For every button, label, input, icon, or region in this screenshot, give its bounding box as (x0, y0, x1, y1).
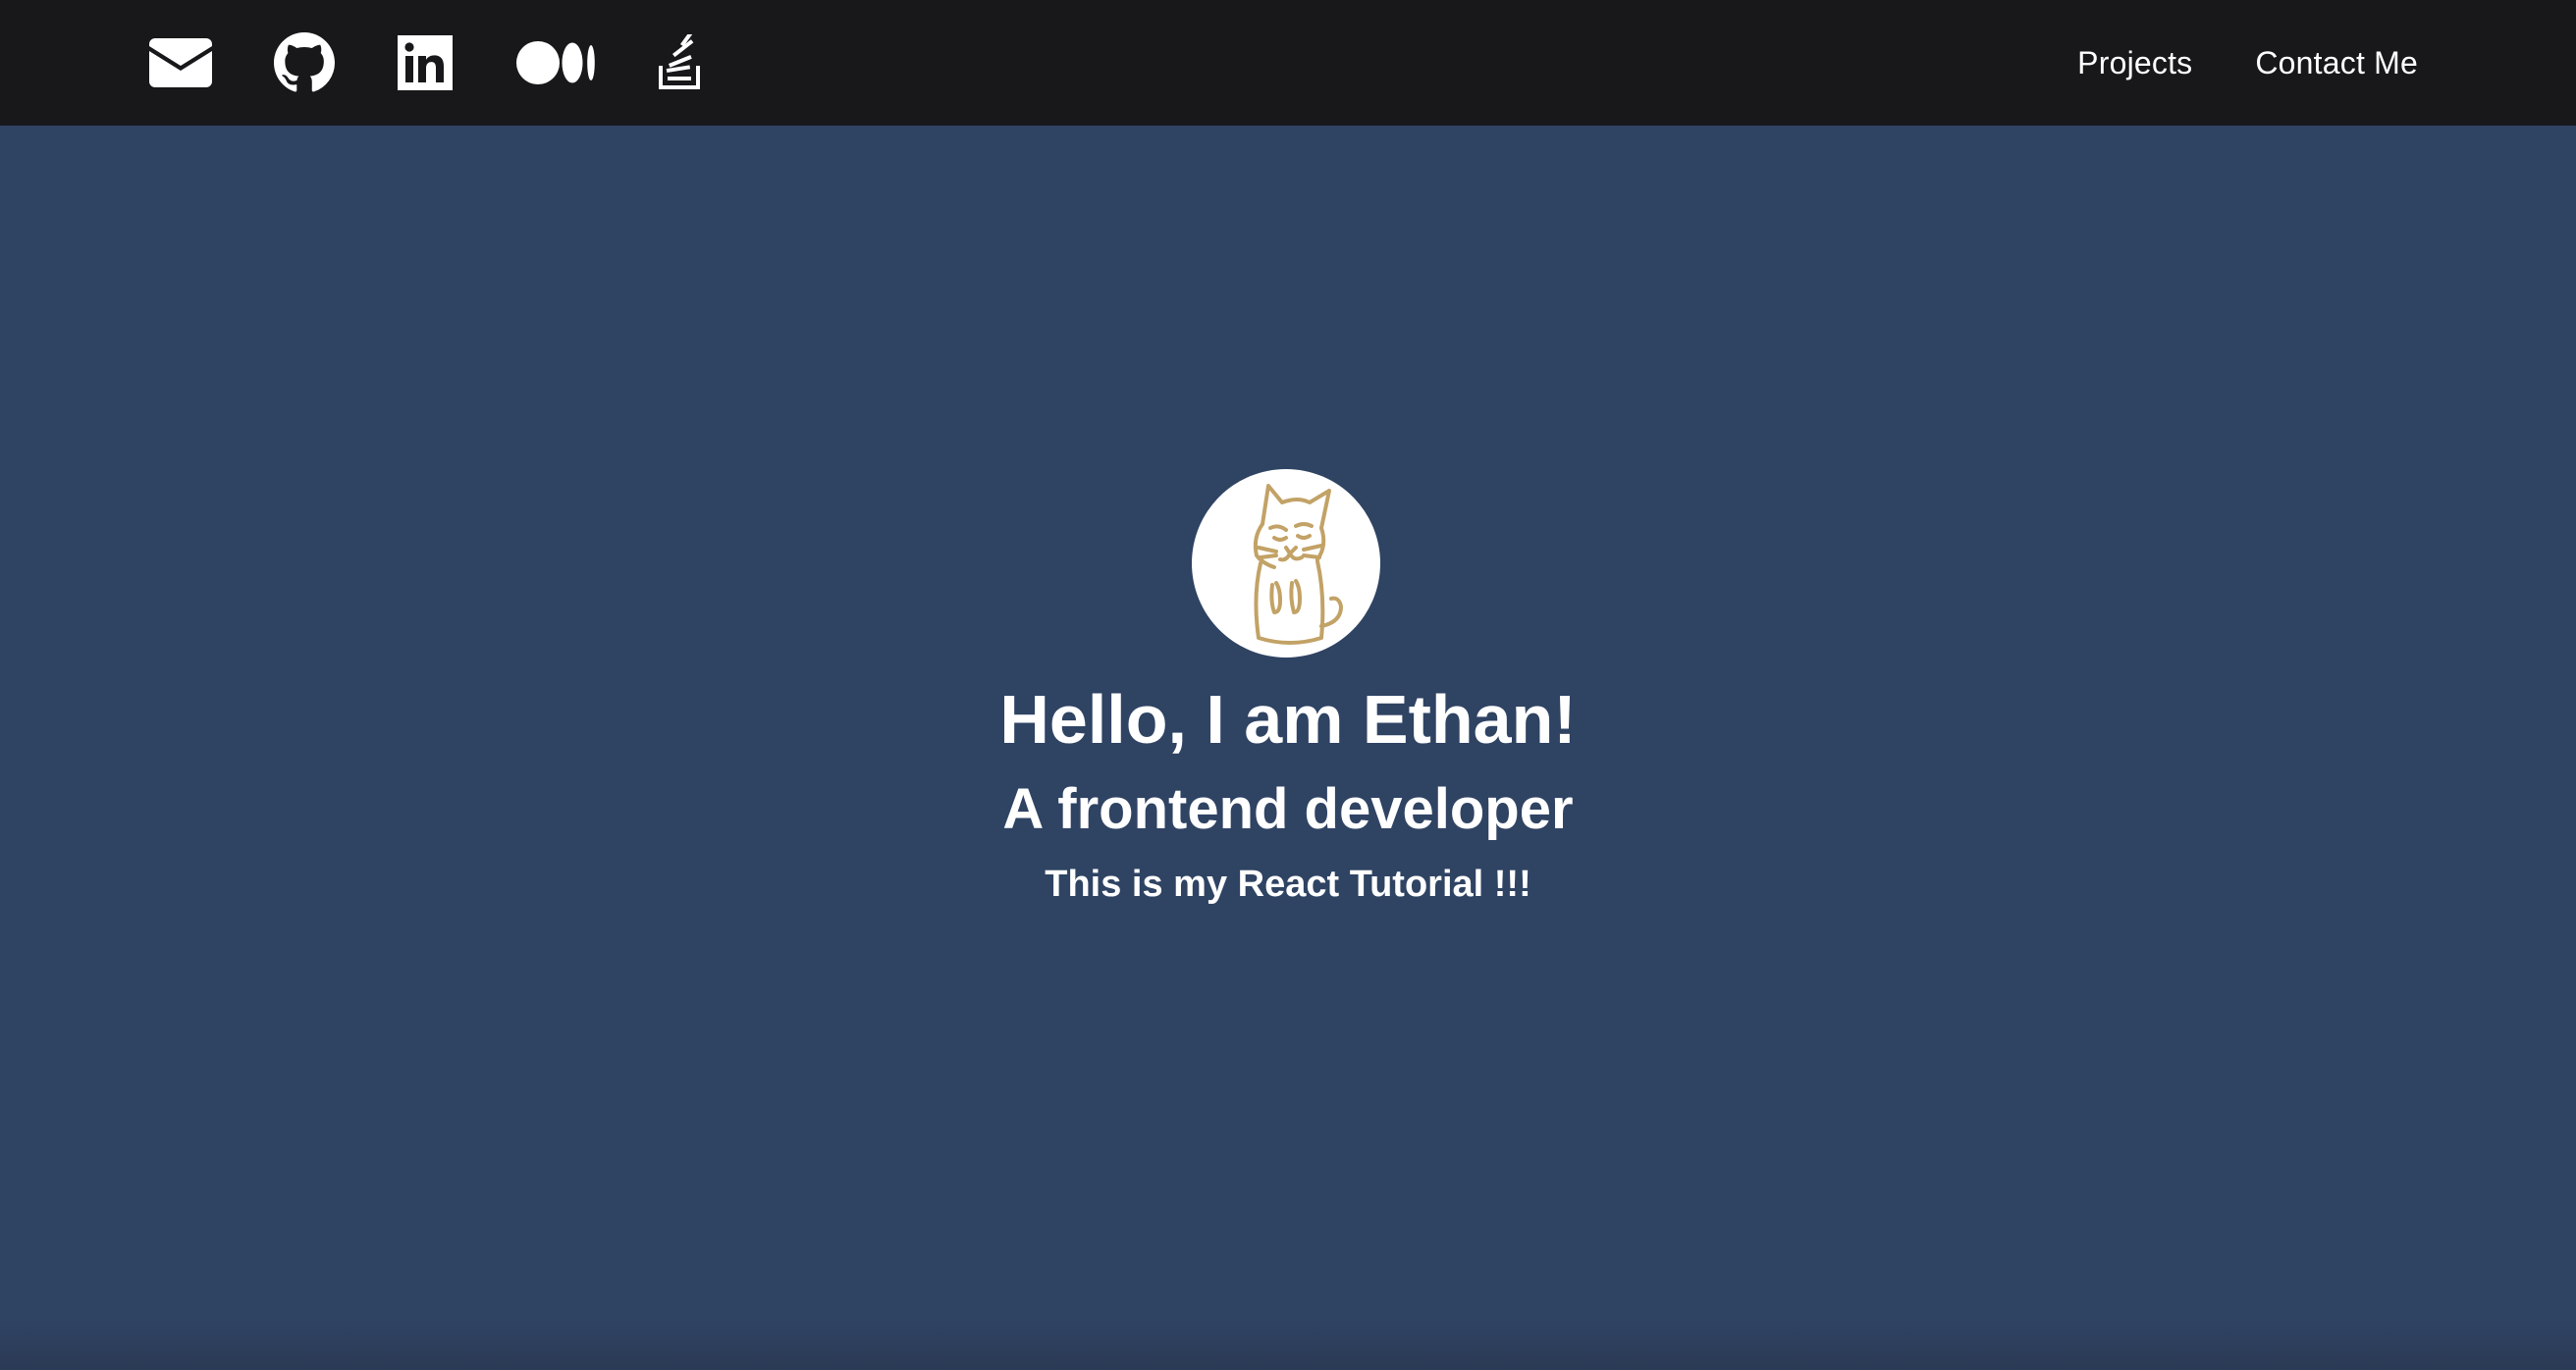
cat-illustration (1253, 484, 1343, 645)
linkedin-icon (398, 35, 453, 90)
social-links (149, 0, 705, 126)
hero-role: A frontend developer (1002, 777, 1574, 841)
primary-nav: Projects Contact Me (2077, 0, 2418, 126)
stack-overflow-link[interactable] (656, 31, 705, 94)
github-icon (274, 32, 335, 92)
linkedin-link[interactable] (397, 31, 454, 94)
hero-greeting: Hello, I am Ethan! (999, 681, 1577, 758)
nav-contact-link[interactable]: Contact Me (2255, 45, 2418, 81)
hero-section: Hello, I am Ethan! A frontend developer … (0, 126, 2576, 1370)
envelope-icon (149, 38, 212, 87)
github-link[interactable] (273, 31, 336, 94)
stack-overflow-icon (659, 34, 700, 89)
email-link[interactable] (149, 31, 212, 94)
hero-tagline: This is my React Tutorial !!! (1045, 864, 1531, 905)
avatar (1192, 469, 1380, 658)
nav-projects-link[interactable]: Projects (2077, 45, 2192, 81)
medium-link[interactable] (516, 31, 595, 94)
navbar: Projects Contact Me (0, 0, 2576, 126)
medium-icon (516, 41, 595, 84)
